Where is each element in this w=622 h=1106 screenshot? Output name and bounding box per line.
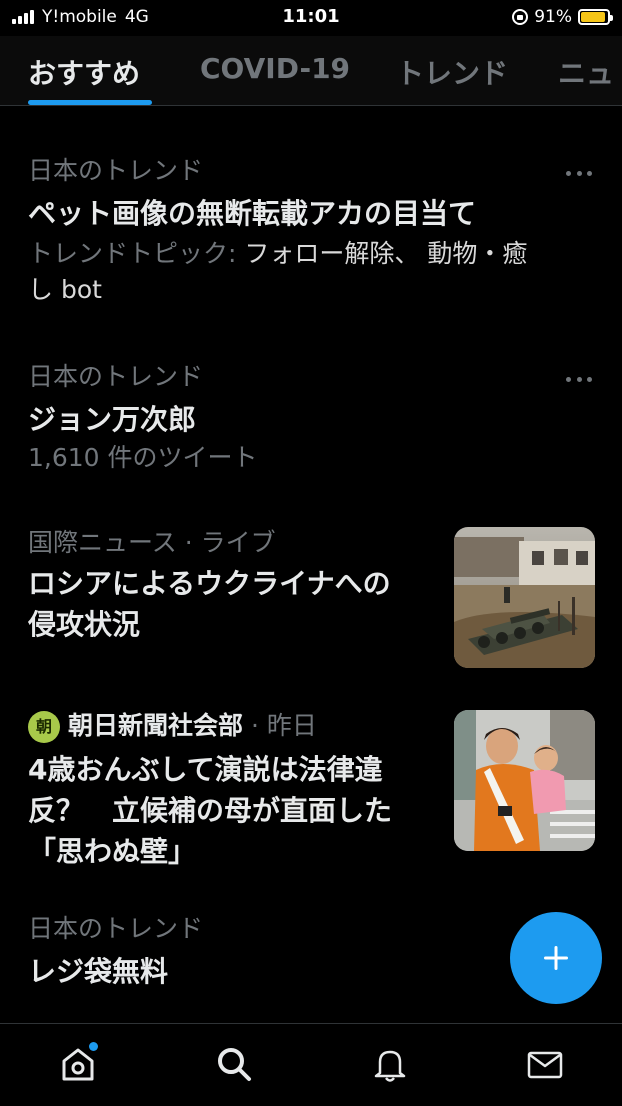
trend-category: 日本のトレンド <box>28 362 204 391</box>
campaign-photo <box>454 710 595 851</box>
status-right: 91% <box>512 7 613 27</box>
bell-icon <box>374 1050 406 1082</box>
tab-covid-19[interactable]: COVID-19 <box>200 52 350 85</box>
battery-fill <box>581 12 605 22</box>
news-category: 国際ニュース <box>28 528 177 557</box>
news-title: ロシアによるウクライナへの 侵攻状況 <box>28 563 438 645</box>
trend-topics-prefix: トレンドトピック: <box>28 239 245 268</box>
trend-title: レジ袋無料 <box>28 955 169 988</box>
status-bar: Y!mobile 4G 11:01 91% <box>0 0 622 36</box>
news-thumbnail[interactable] <box>454 710 595 851</box>
news-source: 朝日新聞社会部 <box>68 711 244 740</box>
trend-title: ペット画像の無断転載アカの目当て <box>28 197 477 230</box>
mail-icon <box>527 1051 563 1079</box>
news-item[interactable]: 朝朝日新聞社会部 · 昨日 4歳おんぶして演説は法律違 反？ 立候補の母が直面し… <box>28 707 438 872</box>
trend-title: ジョン万次郎 <box>28 403 197 436</box>
news-title-line2: 侵攻状況 <box>28 608 141 641</box>
more-icon[interactable] <box>566 375 592 383</box>
tweet-count: 1,610 件のツイート <box>28 443 258 472</box>
trend-item[interactable]: 日本のトレンド ペット画像の無断転載アカの目当て トレンドトピック: フォロー解… <box>28 155 594 308</box>
explore-feed[interactable]: 日本のトレンド ペット画像の無断転載アカの目当て トレンドトピック: フォロー解… <box>0 107 622 1023</box>
plus-icon <box>544 946 568 970</box>
publisher-logo: 朝 <box>28 711 60 743</box>
nav-messages[interactable] <box>525 1044 565 1084</box>
battery-icon <box>578 9 613 25</box>
trend-topics-values-cont: し bot <box>28 275 102 304</box>
trend-category: 日本のトレンド <box>28 914 204 943</box>
bottom-nav <box>0 1023 622 1106</box>
scrolled-content-edge <box>30 107 120 113</box>
nav-home[interactable] <box>58 1042 98 1084</box>
nav-search[interactable] <box>214 1044 254 1084</box>
tab-for-you[interactable]: おすすめ <box>28 52 140 92</box>
news-meta: 国際ニュース · ライブ <box>28 527 438 559</box>
trend-topics-values: フォロー解除、 動物・癒 <box>244 239 528 268</box>
compose-button[interactable] <box>510 912 602 1004</box>
search-icon <box>218 1048 251 1081</box>
active-tab-indicator <box>28 100 152 105</box>
battery-percent: 91% <box>534 7 572 27</box>
trend-item[interactable]: 日本のトレンド ジョン万次郎 1,610 件のツイート <box>28 361 594 476</box>
news-title-line2: 反？ 立候補の母が直面した <box>28 794 393 827</box>
orientation-lock-icon <box>512 9 529 25</box>
app-screen: Y!mobile 4G 11:01 91% おすすめ COVID-19 トレンド… <box>0 0 622 1106</box>
trend-category: 日本のトレンド <box>28 156 204 185</box>
tab-trending[interactable]: トレンド <box>396 52 508 92</box>
news-title-line3: 「思わぬ壁」 <box>28 835 197 868</box>
more-icon[interactable] <box>566 169 592 177</box>
news-time: · 昨日 <box>250 711 317 740</box>
news-title: 4歳おんぶして演説は法律違 反？ 立候補の母が直面した 「思わぬ壁」 <box>28 749 438 872</box>
trend-item[interactable]: 日本のトレンド レジ袋無料 <box>28 913 488 992</box>
notification-dot <box>89 1042 98 1051</box>
news-meta: 朝朝日新聞社会部 · 昨日 <box>28 707 438 745</box>
nav-notifications[interactable] <box>370 1044 410 1084</box>
news-title-line1: 4歳おんぶして演説は法律違 <box>28 753 383 786</box>
tab-news[interactable]: ニュ <box>558 52 614 92</box>
news-item[interactable]: 国際ニュース · ライブ ロシアによるウクライナへの 侵攻状況 <box>28 527 438 645</box>
news-status: · ライブ <box>184 528 276 557</box>
news-title-line1: ロシアによるウクライナへの <box>28 567 391 600</box>
news-thumbnail[interactable] <box>454 527 595 668</box>
trend-topics: トレンドトピック: フォロー解除、 動物・癒 し bot <box>28 236 594 308</box>
explore-tabs: おすすめ COVID-19 トレンド ニュ <box>0 36 622 106</box>
tank-photo <box>454 527 595 668</box>
